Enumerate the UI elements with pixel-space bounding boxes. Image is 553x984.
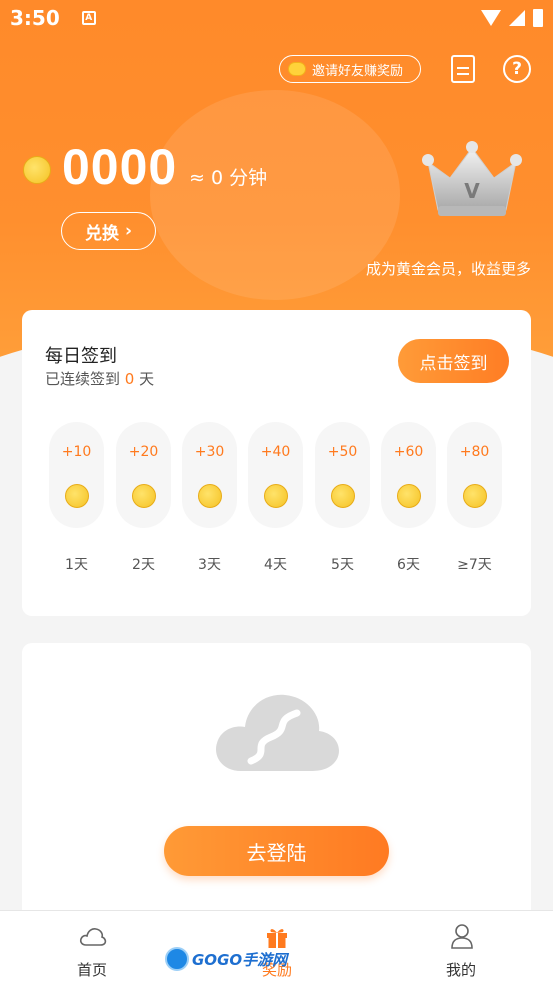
day-reward-pill: +80: [447, 422, 502, 528]
day-bonus: +10: [61, 444, 92, 460]
signin-day: +20 2天: [116, 422, 171, 574]
day-label: 5天: [331, 557, 354, 573]
day-label: 4天: [264, 557, 287, 573]
notification-icon: A: [81, 11, 96, 25]
coin-icon: [462, 484, 487, 508]
day-reward-pill: +60: [381, 422, 436, 528]
tab-label: 首页: [76, 961, 107, 979]
user-icon: [451, 924, 473, 949]
tab-label: 我的: [445, 961, 476, 979]
document-icon[interactable]: [451, 55, 475, 83]
streak-suffix: 天: [134, 370, 155, 388]
day-label: 3天: [198, 557, 221, 573]
invite-label: 邀请好友赚奖励: [312, 63, 404, 79]
day-bonus: +40: [260, 444, 291, 460]
background-decoration: [150, 90, 400, 300]
login-button[interactable]: 去登陆: [164, 826, 389, 876]
day-bonus: +50: [327, 444, 358, 460]
vip-promo-text[interactable]: 成为黄金会员，收益更多: [366, 258, 531, 279]
coin-balance: 0000: [62, 139, 178, 195]
day-bonus: +60: [393, 444, 424, 460]
status-time: 3:50: [10, 6, 60, 30]
day-label: 1天: [65, 557, 88, 573]
day-reward-pill: +40: [248, 422, 303, 528]
tab-home[interactable]: 首页: [32, 911, 152, 984]
day-reward-pill: +10: [49, 422, 104, 528]
invite-friends-button[interactable]: 邀请好友赚奖励: [279, 55, 421, 83]
signin-day: +50 5天: [315, 422, 370, 574]
cloud-icon: [79, 928, 107, 946]
signin-days: +10 1天 +20 2天 +30 3天 +40 4天 +50 5天 +60 6…: [49, 422, 509, 582]
coin-icon: [64, 484, 89, 508]
minutes-equivalent: ≈ 0 分钟: [189, 167, 268, 189]
signin-day: +10 1天: [49, 422, 104, 574]
streak-count: 0: [124, 370, 135, 388]
watermark: GOGO手游网: [165, 946, 287, 972]
crown-icon[interactable]: V: [420, 140, 524, 220]
day-label: 6天: [397, 557, 420, 573]
day-bonus: +20: [128, 444, 159, 460]
signin-day: +30 3天: [182, 422, 237, 574]
coin-stack-icon: [288, 62, 306, 76]
coin-icon: [131, 484, 156, 508]
signin-day: +60 6天: [381, 422, 436, 574]
exchange-label: 兑换: [84, 223, 119, 244]
signin-title: 每日签到: [45, 346, 117, 367]
coin-icon: [23, 156, 51, 184]
svg-text:V: V: [464, 179, 480, 203]
watermark-logo-icon: [165, 947, 189, 971]
chevron-right-icon: ›: [124, 221, 132, 241]
day-bonus: +30: [194, 444, 225, 460]
day-label: ≥7天: [457, 557, 492, 573]
day-reward-pill: +20: [116, 422, 171, 528]
signin-day: +40 4天: [248, 422, 303, 574]
status-bar: 3:50 A: [0, 0, 553, 36]
exchange-button[interactable]: 兑换 ›: [61, 212, 156, 250]
day-bonus: +80: [459, 444, 490, 460]
coin-icon: [263, 484, 288, 508]
status-icons: [481, 9, 543, 27]
tab-profile[interactable]: 我的: [401, 911, 521, 984]
signin-day: +80 ≥7天: [447, 422, 502, 574]
help-icon[interactable]: ?: [503, 55, 531, 83]
login-card: 去登陆: [22, 643, 531, 933]
cloud-logo-icon: [216, 694, 339, 771]
coin-icon: [197, 484, 222, 508]
signin-button[interactable]: 点击签到: [398, 339, 509, 383]
coin-icon: [396, 484, 421, 508]
day-reward-pill: +50: [315, 422, 370, 528]
signin-streak: 已连续签到 0 天: [45, 368, 154, 389]
day-label: 2天: [132, 557, 155, 573]
streak-prefix: 已连续签到: [45, 370, 125, 388]
daily-signin-card: 每日签到 已连续签到 0 天 点击签到 +10 1天 +20 2天 +30 3天: [22, 310, 531, 616]
battery-icon: [533, 9, 543, 27]
day-reward-pill: +30: [182, 422, 237, 528]
wifi-icon: [481, 10, 501, 26]
signal-icon: [509, 10, 525, 26]
watermark-text: GOGO手游网: [192, 950, 288, 969]
coin-icon: [330, 484, 355, 508]
